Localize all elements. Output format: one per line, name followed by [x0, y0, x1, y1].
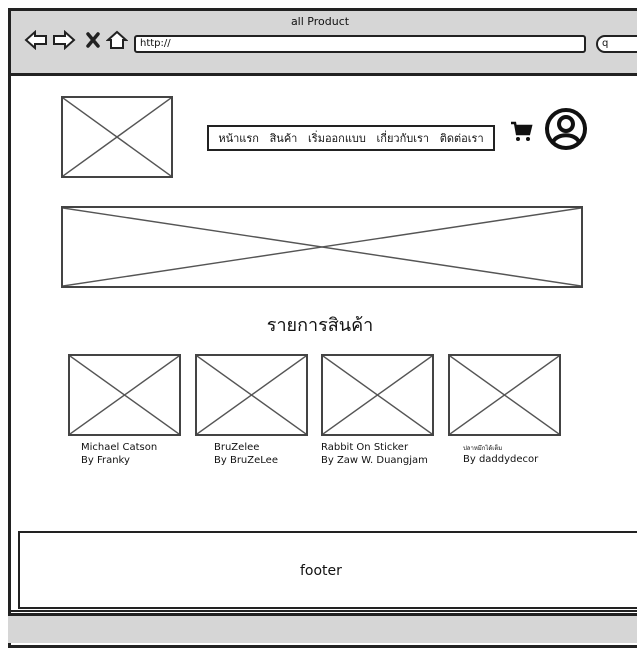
close-icon[interactable] [85, 30, 101, 53]
cart-icon[interactable] [510, 120, 534, 144]
nav-item-home[interactable]: หน้าแรก [218, 129, 259, 147]
nav-item-start-design[interactable]: เริ่มออกแบบ [308, 129, 366, 147]
nav-item-contact[interactable]: ติดต่อเรา [440, 129, 484, 147]
status-bar [8, 613, 637, 643]
product-image[interactable] [321, 354, 434, 436]
product-image[interactable] [68, 354, 181, 436]
section-title: รายการสินค้า [266, 315, 374, 336]
product-caption: Michael Catson By Franky [81, 441, 157, 467]
product-name[interactable]: ปลาหมึกได้เต็ม [463, 444, 538, 453]
product-author: By Franky [81, 455, 130, 466]
home-icon[interactable] [105, 30, 129, 53]
window-title: all Product [290, 15, 350, 28]
product-caption: BruZelee By BruZeLee [214, 441, 278, 467]
back-icon[interactable] [24, 29, 48, 53]
url-input[interactable]: http:// [134, 35, 586, 53]
product-image[interactable] [195, 354, 308, 436]
main-nav: หน้าแรก สินค้า เริ่มออกแบบ เกี่ยวกับเรา … [207, 125, 495, 151]
divider [8, 610, 637, 612]
search-placeholder: q [602, 38, 609, 49]
forward-icon[interactable] [52, 29, 76, 53]
product-author: By Zaw W. Duangjam [321, 455, 428, 466]
product-image[interactable] [448, 354, 561, 436]
footer-label: footer [300, 563, 342, 579]
search-input[interactable]: q [596, 35, 637, 53]
product-caption: Rabbit On Sticker By Zaw W. Duangjam [321, 441, 428, 467]
product-name[interactable]: Rabbit On Sticker [321, 441, 428, 454]
product-caption: ปลาหมึกได้เต็ม By daddydecor [463, 444, 538, 466]
product-name[interactable]: BruZelee [214, 441, 278, 454]
nav-item-about[interactable]: เกี่ยวกับเรา [377, 129, 430, 147]
product-name[interactable]: Michael Catson [81, 441, 157, 454]
product-author: By daddydecor [463, 454, 539, 465]
nav-item-products[interactable]: สินค้า [270, 129, 298, 147]
product-author: By BruZeLee [214, 455, 278, 466]
logo-placeholder [61, 96, 173, 178]
banner-placeholder [61, 206, 583, 288]
user-icon[interactable] [544, 107, 588, 151]
